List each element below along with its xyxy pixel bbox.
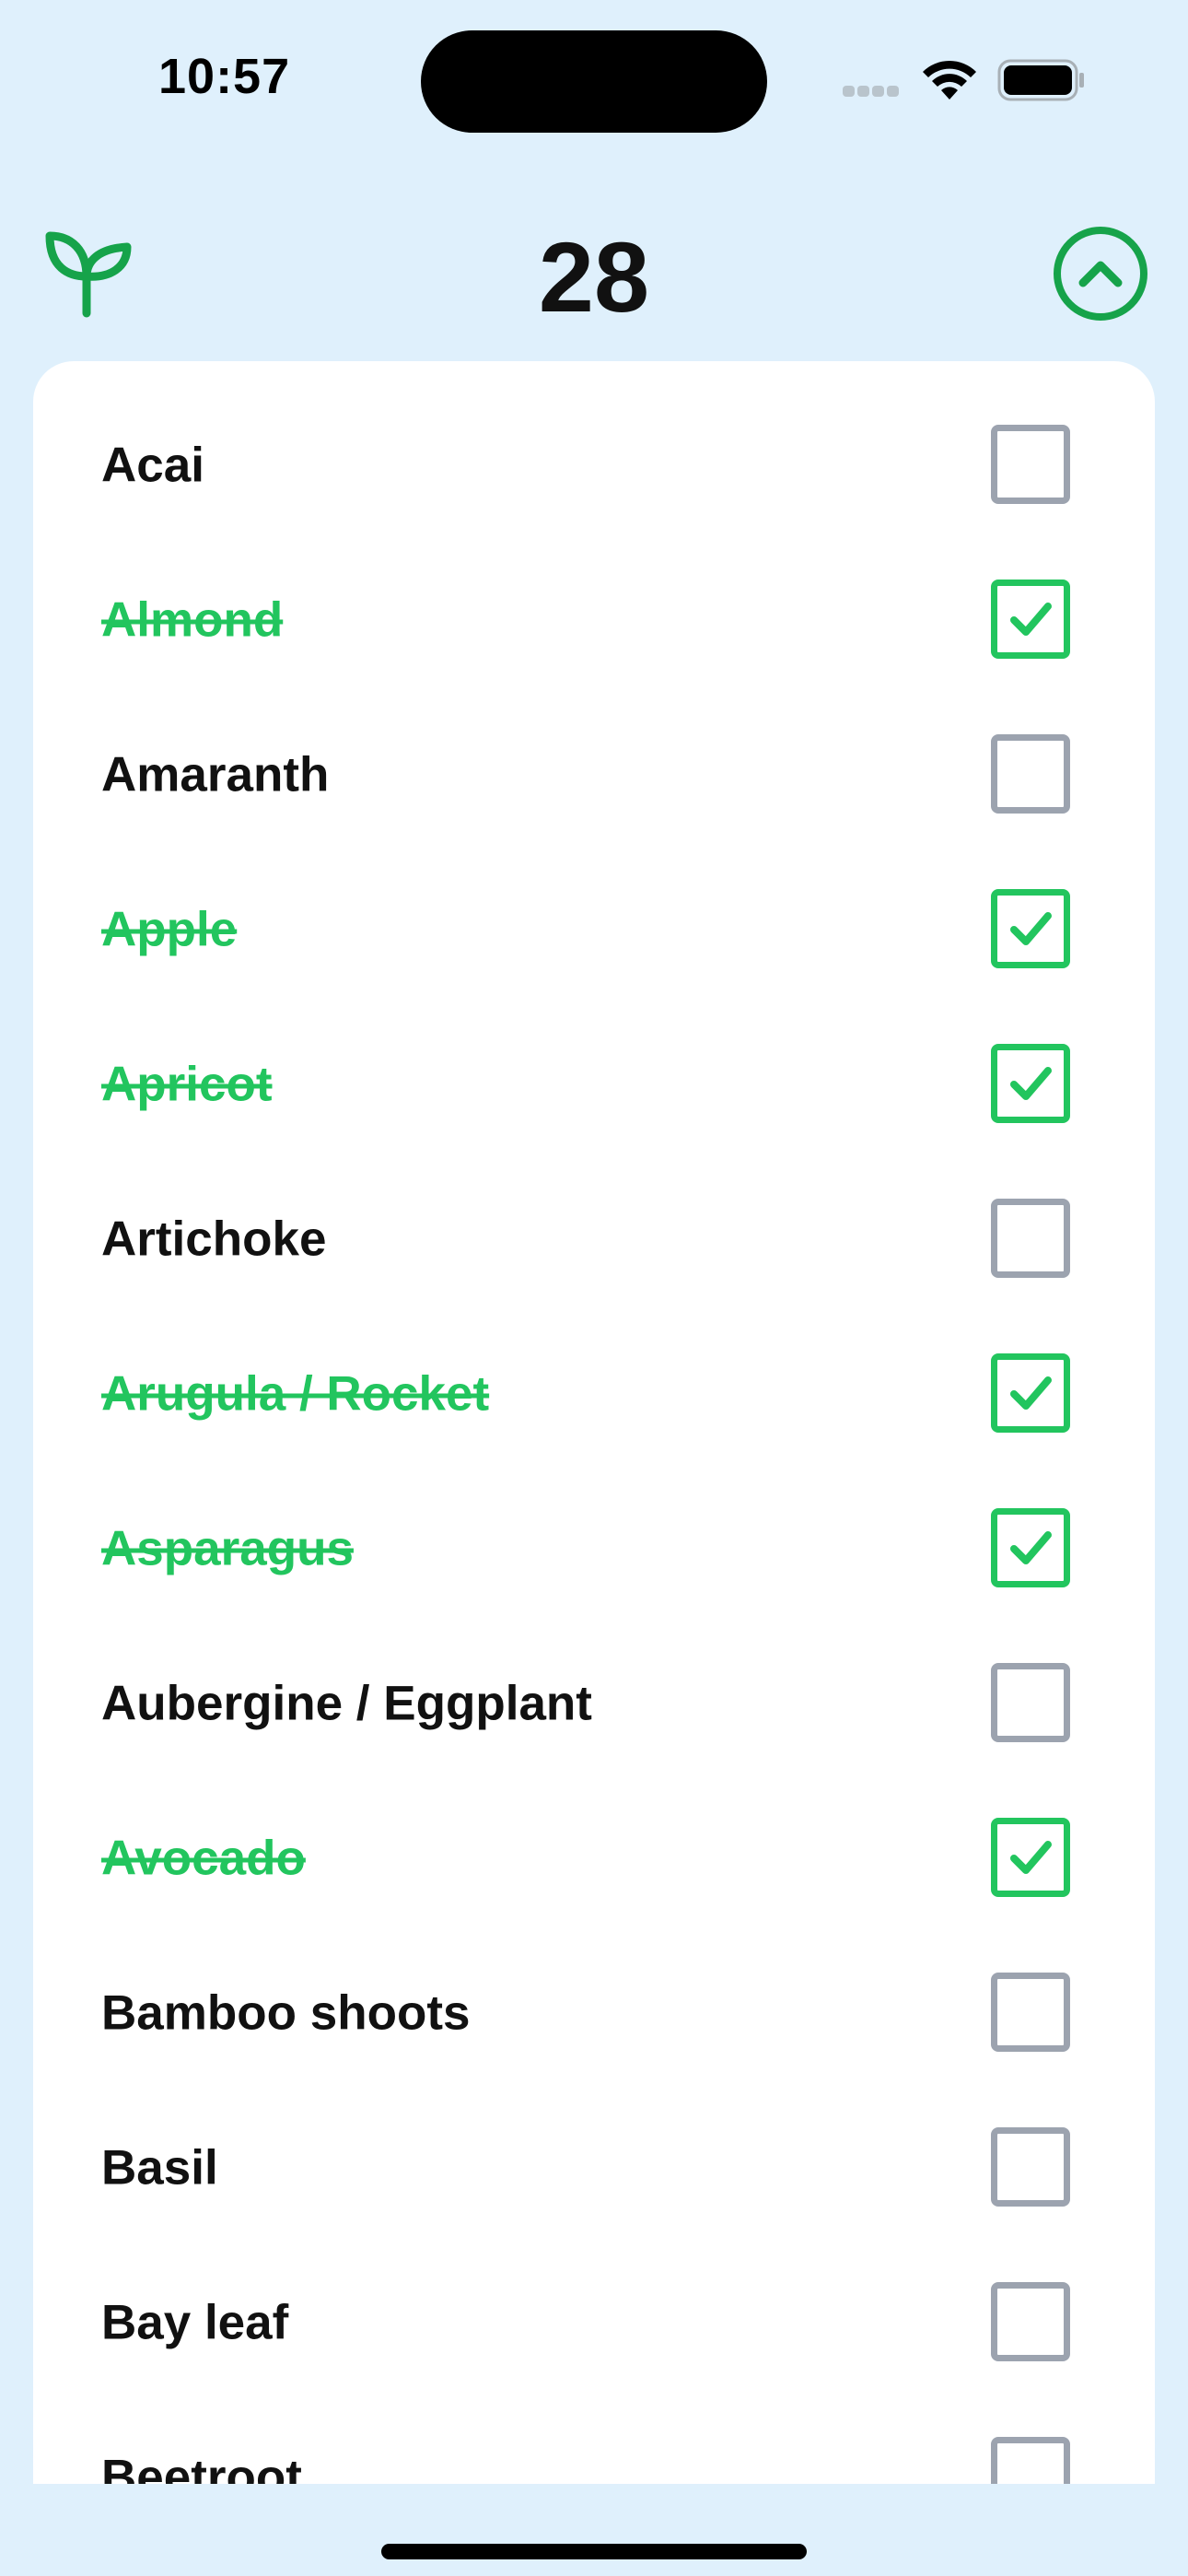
checkbox-checked[interactable] <box>991 1353 1070 1433</box>
battery-icon <box>997 59 1084 101</box>
header: 28 <box>0 203 1188 350</box>
checkbox-checked[interactable] <box>991 1818 1070 1897</box>
ingredient-list: Acai Almond Amaranth Apple Apricot Artichoke A… <box>33 361 1155 2484</box>
checkbox-checked[interactable] <box>991 580 1070 659</box>
item-label: Aubergine / Eggplant <box>101 1676 592 1731</box>
list-item[interactable]: Acai <box>33 388 1155 543</box>
checkbox-checked[interactable] <box>991 889 1070 968</box>
item-label: Artichoke <box>101 1212 327 1267</box>
item-label: Bay leaf <box>101 2295 289 2350</box>
chevron-up-circle-icon[interactable] <box>1053 226 1148 322</box>
item-label: Amaranth <box>101 747 330 802</box>
list-item[interactable]: Basil <box>33 2090 1155 2245</box>
item-label: Acai <box>101 438 204 493</box>
item-counter: 28 <box>538 221 650 333</box>
list-item[interactable]: Arugula / Rocket <box>33 1317 1155 1471</box>
list-item[interactable]: Artichoke <box>33 1162 1155 1317</box>
item-label: Basil <box>101 2140 218 2195</box>
home-indicator-area <box>0 2484 1188 2576</box>
checkbox-unchecked[interactable] <box>991 2437 1070 2484</box>
list-item[interactable]: Apple <box>33 852 1155 1007</box>
checkbox-unchecked[interactable] <box>991 1973 1070 2052</box>
item-label: Apricot <box>101 1057 273 1112</box>
item-label: Bamboo shoots <box>101 1985 471 2041</box>
item-label: Arugula / Rocket <box>101 1366 490 1422</box>
checkbox-checked[interactable] <box>991 1508 1070 1587</box>
list-item[interactable]: Aubergine / Eggplant <box>33 1626 1155 1781</box>
checkmark-icon <box>1010 1376 1052 1410</box>
dynamic-island <box>421 30 767 133</box>
checkmark-icon <box>1010 603 1052 636</box>
cellular-signal-icon <box>843 85 902 101</box>
checkbox-unchecked[interactable] <box>991 2127 1070 2207</box>
list-item[interactable]: Amaranth <box>33 697 1155 852</box>
list-item[interactable]: Bamboo shoots <box>33 1936 1155 2090</box>
list-item[interactable]: Avocado <box>33 1781 1155 1936</box>
home-indicator[interactable] <box>381 2544 807 2559</box>
item-label: Asparagus <box>101 1521 354 1576</box>
checkbox-checked[interactable] <box>991 1044 1070 1123</box>
checkmark-icon <box>1010 1067 1052 1100</box>
checkbox-unchecked[interactable] <box>991 2282 1070 2361</box>
status-time: 10:57 <box>158 49 291 104</box>
checkmark-icon <box>1010 1841 1052 1874</box>
list-item[interactable]: Apricot <box>33 1007 1155 1162</box>
list-item[interactable]: Almond <box>33 543 1155 697</box>
list-item[interactable]: Bay leaf <box>33 2245 1155 2400</box>
list-item[interactable]: Asparagus <box>33 1471 1155 1626</box>
item-label: Beetroot <box>101 2450 302 2485</box>
checkmark-icon <box>1010 1531 1052 1564</box>
checkbox-unchecked[interactable] <box>991 1663 1070 1742</box>
status-bar: 10:57 <box>0 0 1188 166</box>
wifi-icon <box>923 60 976 100</box>
item-label: Avocado <box>101 1831 306 1886</box>
checkbox-unchecked[interactable] <box>991 734 1070 814</box>
list-item[interactable]: Beetroot <box>33 2400 1155 2484</box>
checkbox-unchecked[interactable] <box>991 425 1070 504</box>
checkbox-unchecked[interactable] <box>991 1199 1070 1278</box>
checkmark-icon <box>1010 912 1052 945</box>
item-label: Apple <box>101 902 238 957</box>
item-label: Almond <box>101 592 284 648</box>
